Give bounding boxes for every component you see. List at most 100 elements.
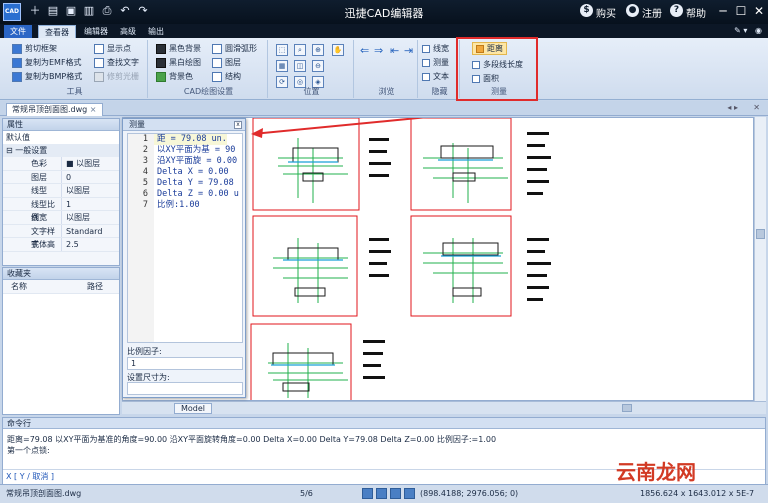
favorites-col-name[interactable]: 名称 — [3, 280, 87, 293]
cart-icon[interactable]: $ — [580, 4, 593, 17]
command-input[interactable]: X [ Y / 取消 ] — [6, 471, 54, 482]
clip-frame-label: 剪切框架 — [25, 44, 57, 53]
section-lines — [423, 238, 508, 303]
buy-link[interactable]: 购买 — [596, 5, 616, 20]
fit-icon[interactable]: ⬚ — [276, 44, 288, 56]
category-general[interactable]: ⊟ 一般设置 — [3, 144, 119, 157]
ortho-icon[interactable] — [390, 488, 401, 499]
grid-icon[interactable] — [376, 488, 387, 499]
measure-popup-close-icon[interactable]: x — [234, 121, 242, 129]
measure-toggle[interactable]: 测量 — [422, 56, 449, 69]
copy-bmp-button[interactable]: 复制为BMP格式 — [12, 70, 82, 83]
register-link[interactable]: 注册 — [642, 5, 662, 20]
help-link[interactable]: 帮助 — [686, 5, 706, 20]
line-text: 距 = 79.08 un. — [154, 134, 227, 145]
default-value-select[interactable]: 默认值 — [3, 131, 119, 144]
structure-button[interactable]: 结构 — [212, 70, 241, 83]
back-arrow-icon[interactable]: ⇐ — [360, 44, 369, 57]
tab-scroll-icon[interactable]: ◂ ▸ — [727, 103, 738, 112]
user-icon[interactable]: ● — [626, 4, 639, 17]
zoom-window-icon[interactable]: ⌕ — [294, 44, 306, 56]
find-text-icon — [94, 57, 104, 68]
property-value[interactable]: 2.5 — [61, 238, 119, 251]
find-text-label: 查找文字 — [107, 58, 139, 67]
show-points-button[interactable]: 显示点 — [94, 42, 131, 55]
snap-icon[interactable] — [362, 488, 373, 499]
property-value[interactable]: Standard — [61, 224, 119, 237]
help-icon[interactable]: ? — [670, 4, 683, 17]
linewidth-icon — [422, 44, 430, 53]
group-browse-label: 浏览 — [378, 87, 395, 96]
annotation-text — [363, 340, 385, 343]
property-value[interactable]: 以图层 — [61, 211, 119, 224]
bg-color-label: 背景色 — [169, 72, 193, 81]
text-label: 文本 — [433, 72, 449, 81]
annotation-text — [369, 250, 391, 253]
zoom-icon[interactable]: ⊕ — [312, 44, 324, 56]
property-row[interactable]: 线宽 以图层 — [3, 211, 119, 225]
next-page-icon[interactable]: ⇥ — [404, 44, 413, 57]
bg-color-button[interactable]: 背景色 — [156, 70, 193, 83]
ribbon-options-icon[interactable]: ✎ ▾ ◉ — [734, 26, 762, 37]
tab-editor[interactable]: 编辑器 — [78, 25, 114, 38]
tab-file[interactable]: 文件 — [4, 25, 32, 38]
maximize-button[interactable]: ☐ — [734, 3, 748, 19]
clip-frame-button[interactable]: 剪切框架 — [12, 42, 57, 55]
model-tab[interactable]: Model — [174, 403, 213, 414]
zoom-prev-icon[interactable]: ◫ — [294, 60, 306, 72]
horizontal-scroll-thumb[interactable] — [622, 404, 632, 412]
pan-hand-icon[interactable]: ✋ — [332, 44, 344, 56]
property-row[interactable]: 文字样式 Standard — [3, 224, 119, 249]
close-doc-icon[interactable]: ✕ — [753, 103, 760, 112]
text-toggle[interactable]: 文本 — [422, 70, 449, 83]
property-value[interactable]: ■ 以图层 — [61, 157, 119, 170]
vertical-scroll-thumb[interactable] — [756, 229, 765, 239]
zoom-out-icon[interactable]: ⊖ — [312, 60, 324, 72]
close-button[interactable]: ✕ — [752, 3, 766, 19]
property-row[interactable]: 线型比例 1 — [3, 197, 119, 222]
group-position: ⬚ ⌕ ⊕ ✋ ▦ ◫ ⊖ ⟳ ◎ ◈ 位置 — [270, 40, 354, 98]
document-tab[interactable]: 常规吊顶剖面图.dwg × — [6, 103, 103, 116]
layers-button[interactable]: 图层 — [212, 56, 241, 69]
group-browse: ⇐ ⇒ ⇤ ⇥ 浏览 — [356, 40, 418, 98]
polar-icon[interactable] — [404, 488, 415, 499]
trim-raster-button[interactable]: 修剪光栅 — [94, 70, 139, 83]
property-value[interactable]: 0 — [61, 170, 119, 183]
status-file: 常规吊顶剖面图.dwg — [6, 489, 82, 498]
close-tab-icon[interactable]: × — [90, 105, 97, 114]
smooth-arc-button[interactable]: 圆滑弧形 — [212, 42, 257, 55]
favorites-col-path[interactable]: 路径 — [87, 280, 119, 293]
tab-output[interactable]: 输出 — [142, 25, 170, 38]
property-value[interactable]: 以图层 — [61, 184, 119, 197]
minimize-button[interactable]: ─ — [716, 3, 730, 19]
forward-arrow-icon[interactable]: ⇒ — [374, 44, 383, 57]
property-row[interactable]: 图层 0 — [3, 170, 119, 184]
property-row[interactable]: 色彩 ■ 以图层 — [3, 157, 119, 171]
scale-factor-field[interactable]: 1 — [127, 357, 243, 370]
black-bg-button[interactable]: 黑色背景 — [156, 42, 201, 55]
black-bg-icon — [156, 43, 166, 54]
set-size-field[interactable] — [127, 382, 243, 395]
property-row[interactable]: 字体高 2.5 — [3, 238, 119, 252]
ceiling-profile — [287, 247, 339, 297]
copy-emf-button[interactable]: 复制为EMF格式 — [12, 56, 82, 69]
bw-draw-button[interactable]: 黑白绘图 — [156, 56, 201, 69]
property-value[interactable]: 1 — [61, 197, 119, 210]
property-key: 线宽 — [31, 213, 47, 222]
vertical-scrollbar[interactable] — [754, 117, 766, 401]
annotation-text — [527, 144, 545, 147]
prev-page-icon[interactable]: ⇤ — [390, 44, 399, 57]
clip-frame-icon — [12, 43, 22, 54]
find-text-button[interactable]: 查找文字 — [94, 56, 139, 69]
horizontal-scrollbar[interactable]: Model — [122, 401, 766, 414]
linewidth-label: 线宽 — [433, 44, 449, 53]
copy-emf-icon — [12, 57, 22, 68]
tab-viewer[interactable]: 查看器 — [38, 25, 76, 38]
linewidth-toggle[interactable]: 线宽 — [422, 42, 449, 55]
tab-advanced[interactable]: 高级 — [114, 25, 142, 38]
property-row[interactable]: 线型 以图层 — [3, 184, 119, 198]
property-key: 线型 — [31, 186, 47, 195]
result-line: 4 Delta X = 0.00 — [128, 167, 242, 178]
copy-bmp-icon — [12, 71, 22, 82]
zoom-extents-icon[interactable]: ▦ — [276, 60, 288, 72]
